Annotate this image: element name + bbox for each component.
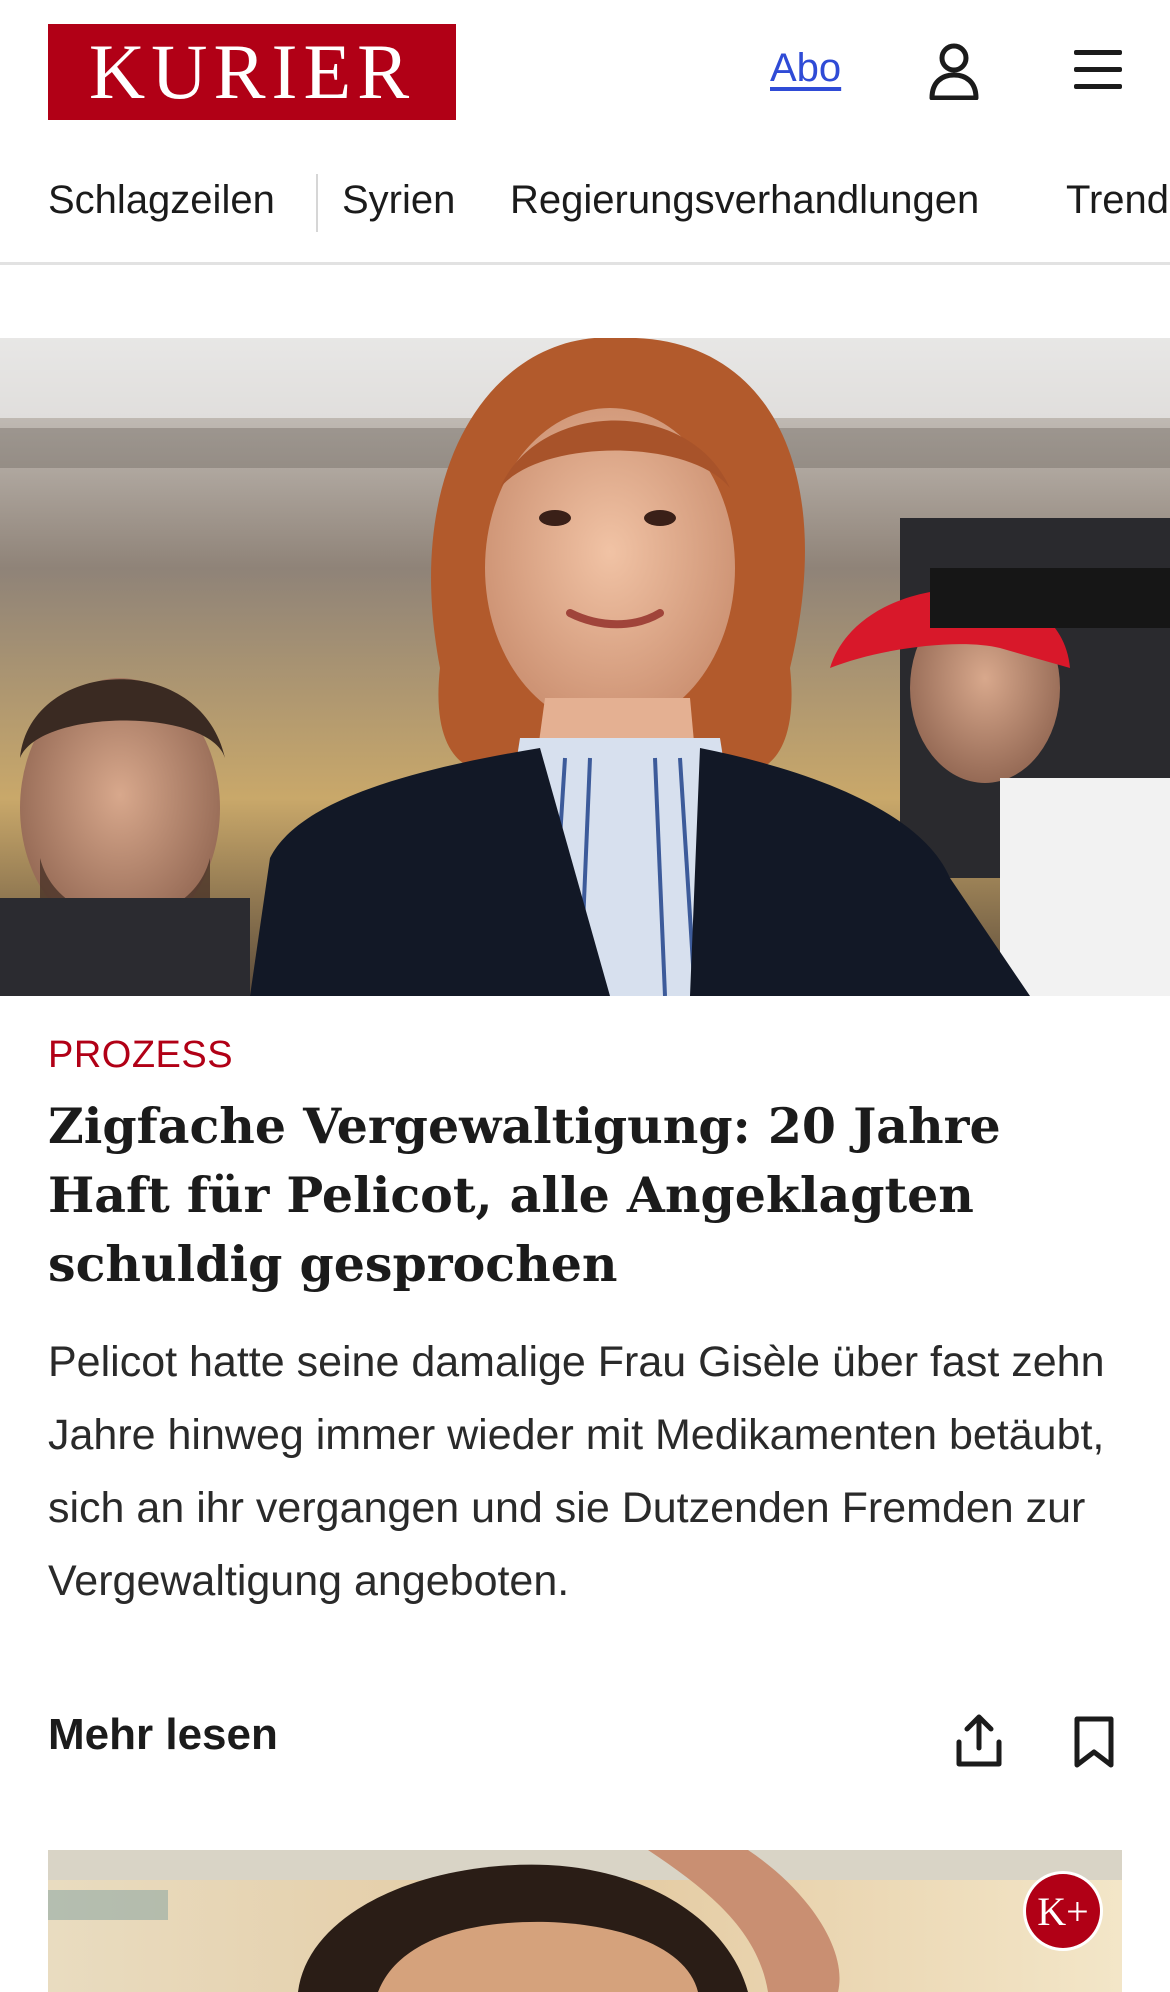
nav-item-regierungsverhandlungen[interactable]: Regierungsverhandlungen xyxy=(510,178,979,223)
site-header: KURIER Abo xyxy=(0,0,1170,145)
hero-image[interactable] xyxy=(0,338,1170,996)
topic-nav: Schlagzeilen Syrien Regierungsverhandlun… xyxy=(0,160,1170,265)
user-icon[interactable] xyxy=(928,42,980,100)
share-icon[interactable] xyxy=(954,1712,1004,1768)
next-article-photo xyxy=(48,1850,1122,1992)
nav-divider xyxy=(316,174,318,232)
bookmark-icon[interactable] xyxy=(1072,1716,1116,1768)
kurier-plus-badge: K+ xyxy=(1026,1874,1100,1948)
article-teaser[interactable]: Pelicot hatte seine damalige Frau Gisèle… xyxy=(48,1326,1128,1618)
nav-item-schlagzeilen[interactable]: Schlagzeilen xyxy=(48,178,275,223)
nav-item-syrien[interactable]: Syrien xyxy=(342,178,455,223)
page: KURIER Abo Schlagzeilen Syrien Regierung… xyxy=(0,0,1170,1992)
hero-photo xyxy=(0,338,1170,996)
article-headline[interactable]: Zigfache Vergewaltigung: 20 Jahre Haft f… xyxy=(48,1092,1128,1299)
next-article-image[interactable] xyxy=(48,1850,1122,1992)
abo-link[interactable]: Abo xyxy=(770,46,841,91)
kurier-logo[interactable]: KURIER xyxy=(48,24,456,120)
hamburger-menu-icon[interactable] xyxy=(1072,48,1124,92)
read-more-link[interactable]: Mehr lesen xyxy=(48,1710,278,1760)
article-kicker[interactable]: PROZESS xyxy=(48,1034,233,1077)
nav-item-trend[interactable]: Trend xyxy=(1066,178,1169,223)
